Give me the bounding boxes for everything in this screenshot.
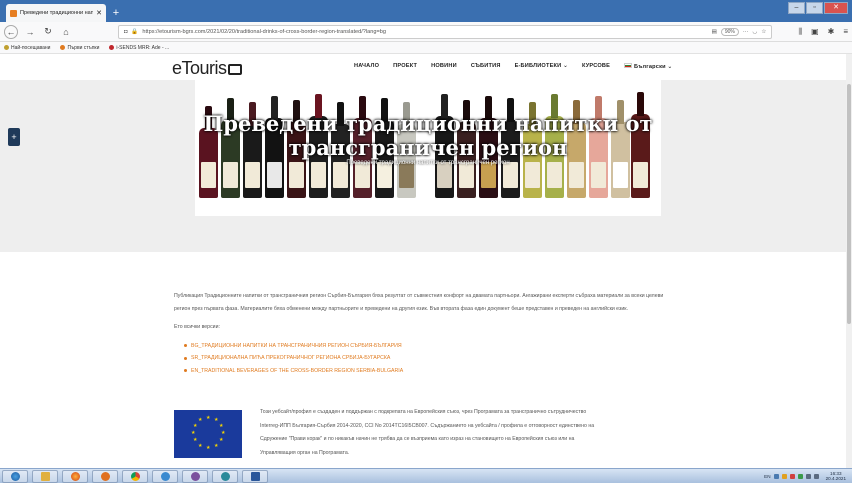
eu-flag-icon: ★ ★ ★ ★ ★ ★ ★ ★ ★ ★ ★ ★ [174,410,242,458]
home-icon[interactable]: ⌂ [60,27,72,37]
bullet-icon [184,344,187,348]
eu-disclaimer: Този уебсайт/профил е създаден и поддърж… [260,409,595,456]
bookmarks-bar: Най-посещавани Първи стъпки i-SENDS MRR:… [0,42,852,54]
bookmark-item[interactable]: Най-посещавани [4,45,50,51]
article-content: Публикация Традиционните напитки от тран… [174,290,664,377]
forward-icon[interactable]: → [24,27,36,37]
tv-logo-icon [227,64,242,75]
bookmark-item[interactable]: Първи стъпки [60,45,99,51]
chrome-icon[interactable] [122,469,148,483]
web-page: eTouris НАЧАЛО ПРОЕКТ НОВИНИ СЪБИТИЯ Е-Б… [0,54,852,468]
zoom-level[interactable]: 90% [720,27,739,36]
document-links: BG_ТРАДИЦИОННИ НАПИТКИ НА ТРАНСГРАНИЧНИЯ… [184,340,664,378]
menu-item-project[interactable]: ПРОЕКТ [393,63,417,70]
network-icon[interactable] [805,473,811,479]
app-icon[interactable] [212,469,238,483]
lock-icon: 🔒 [131,28,139,35]
reader-icon[interactable]: ▤ [712,29,717,35]
close-tab-icon[interactable]: ✕ [96,9,102,17]
gear-icon [4,45,9,50]
system-clock[interactable]: 16:33 20.4.2021 [826,471,846,481]
sidebar-icon[interactable]: ▣ [811,27,819,37]
menu-item-news[interactable]: НОВИНИ [431,63,457,70]
bookmark-item[interactable]: i-SENDS MRR: Ade - ... [109,45,169,51]
url-text: https://etourism-bgrs.com/2021/02/20/tra… [142,28,386,35]
close-window-button[interactable]: ✕ [824,2,848,14]
hero-section: + Преведени традиционни напитки от транс… [0,80,846,252]
main-menu: НАЧАЛО ПРОЕКТ НОВИНИ СЪБИТИЯ Е-БИБЛИОТЕК… [354,63,672,70]
bullet-icon [184,356,187,360]
pocket-icon[interactable]: ◡ [752,29,757,35]
browser-nav-bar: ← → ↻ ⌂ ◘ 🔒 https://etourism-bgrs.com/20… [0,22,852,42]
language-selector[interactable]: Български ⌄ [624,63,672,70]
menu-icon[interactable]: ≡ [843,27,848,37]
url-bar[interactable]: ◘ 🔒 https://etourism-bgrs.com/2021/02/20… [118,24,773,39]
hero-subtitle: Преведени традиционни напитки от трансгр… [346,160,510,166]
tray-app-icon[interactable] [797,473,803,479]
back-icon[interactable]: ← [4,24,18,39]
link-bg-document[interactable]: BG_ТРАДИЦИОННИ НАПИТКИ НА ТРАНСГРАНИЧНИЯ… [184,340,664,353]
site-favicon-icon [10,9,17,17]
language-indicator[interactable]: EN [764,474,770,479]
window-controls: – ▫ ✕ [788,2,848,14]
article-paragraph: Публикация Традиционните напитки от тран… [174,293,664,312]
browser-tab-bar: Преведени традиционни нап ✕ + – ▫ ✕ [0,0,852,22]
shield-icon: ◘ [124,28,128,35]
media-player-icon[interactable] [92,469,118,483]
minimize-button[interactable]: – [788,2,805,14]
bullet-icon [184,369,187,373]
bookmark-site-icon [109,45,115,50]
scrollbar-thumb[interactable] [847,84,851,324]
tray-app-icon[interactable] [773,473,779,479]
bookmark-star-icon[interactable]: ☆ [761,29,766,35]
browser-tab[interactable]: Преведени традиционни нап ✕ [6,4,106,22]
versions-label: Ето всички версии: [174,324,220,330]
menu-item-e-libraries[interactable]: Е-БИБЛИОТЕКИ ⌄ [515,63,568,70]
system-tray: EN 16:33 20.4.2021 [764,471,852,481]
library-icon[interactable]: ⫼ [798,27,802,37]
menu-item-events[interactable]: СЪБИТИЯ [471,63,501,70]
page-actions-icon[interactable]: ··· [743,29,749,35]
tray-app-icon[interactable] [789,473,795,479]
maximize-button[interactable]: ▫ [806,2,823,14]
volume-icon[interactable] [813,473,819,479]
windows-taskbar: EN 16:33 20.4.2021 [0,468,852,483]
tray-app-icon[interactable] [781,473,787,479]
menu-item-home[interactable]: НАЧАЛО [354,63,379,70]
ie-icon[interactable] [152,469,178,483]
sidebar-toggle-button[interactable]: + [8,128,20,146]
bulgaria-flag-icon [624,63,633,68]
menu-item-courses[interactable]: КУРСОВЕ [582,63,610,70]
link-sr-document[interactable]: SR_ТРАДИЦИОНАЛНА ПИЋА ПРЕКОГРАНИЧНОГ РЕГ… [184,352,664,365]
new-tab-button[interactable]: + [109,6,123,20]
firefox-icon[interactable] [62,469,88,483]
page-title: Преведени традиционни напитки от трансгр… [203,111,653,160]
start-button[interactable] [2,469,28,483]
viber-icon[interactable] [182,469,208,483]
word-icon[interactable] [242,469,268,483]
extension-icon[interactable]: ✱ [828,27,835,37]
reload-icon[interactable]: ↻ [42,26,54,37]
tab-title: Преведени традиционни нап [20,10,94,16]
firefox-icon [60,45,66,50]
site-logo[interactable]: eTouris [172,58,242,79]
site-header: eTouris НАЧАЛО ПРОЕКТ НОВИНИ СЪБИТИЯ Е-Б… [0,54,846,80]
link-en-document[interactable]: EN_TRADITIONAL BEVERAGES OF THE CROSS-BO… [184,365,664,378]
page-scrollbar[interactable] [846,54,852,468]
explorer-icon[interactable] [32,469,58,483]
